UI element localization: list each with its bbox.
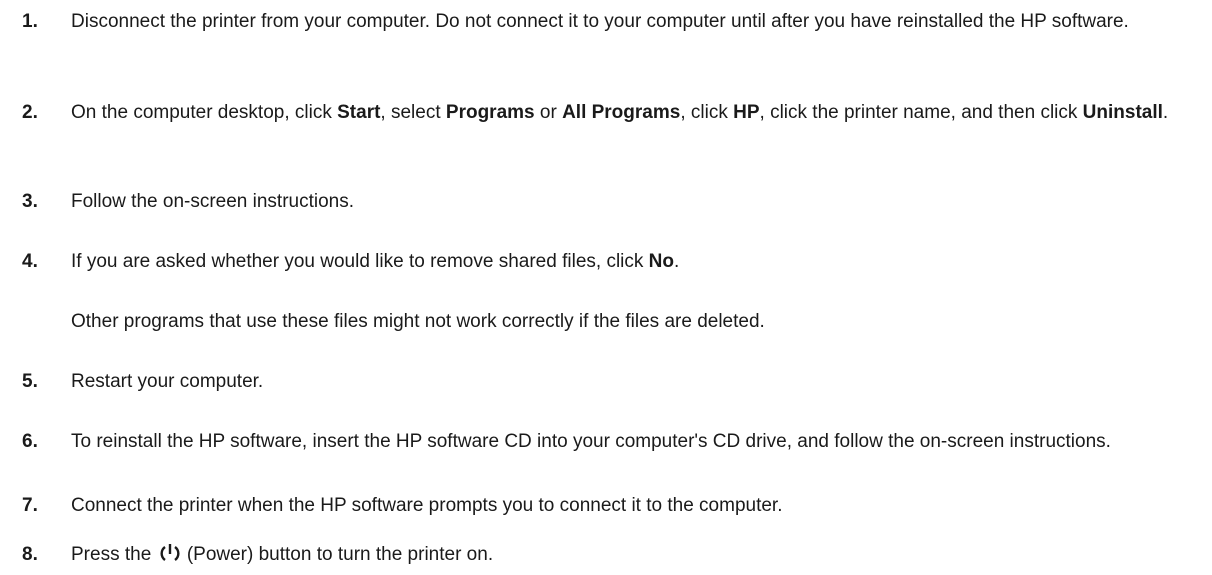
bold-term: Programs — [445, 102, 535, 123]
bold-term: No — [648, 251, 674, 272]
text-run: , click — [680, 102, 734, 123]
step-number: 8. — [22, 544, 38, 565]
step-text: Disconnect the printer from your compute… — [71, 8, 1196, 36]
step-text: Follow the on-screen instructions. — [71, 188, 1196, 216]
bold-term: All Programs — [562, 102, 681, 123]
step-text: If you are asked whether you would like … — [71, 248, 1196, 276]
text-run: Disconnect the printer from your compute… — [71, 11, 1129, 32]
step-number: 6. — [22, 431, 38, 452]
text-run: Follow the on-screen instructions. — [71, 191, 355, 212]
text-run: , select — [380, 102, 446, 123]
step-text: Press the (Power) button to turn the pri… — [71, 541, 1196, 569]
text-run: Press the — [71, 544, 157, 565]
bold-term: HP — [733, 102, 760, 123]
step-number: 3. — [22, 191, 38, 212]
text-run: . — [1162, 102, 1169, 123]
step-text: To reinstall the HP software, insert the… — [71, 428, 1196, 456]
step-number: 1. — [22, 11, 38, 32]
text-run: Connect the printer when the HP software… — [71, 495, 783, 516]
text-run: Restart your computer. — [71, 371, 264, 392]
step-number: 7. — [22, 495, 38, 516]
text-run: To reinstall the HP software, insert the… — [71, 431, 1111, 452]
step-4-note: Other programs that use these files migh… — [71, 311, 765, 332]
step-text: On the computer desktop, click Start, se… — [71, 99, 1196, 127]
text-run: (Power) button to turn the printer on. — [181, 544, 494, 565]
power-icon — [159, 543, 181, 563]
bold-term: Start — [337, 102, 381, 123]
text-run: If you are asked whether you would like … — [71, 251, 649, 272]
step-number: 5. — [22, 371, 38, 392]
step-number: 2. — [22, 102, 38, 123]
text-run: . — [674, 251, 680, 272]
step-text: Connect the printer when the HP software… — [71, 492, 1196, 520]
text-run: , click the printer name, and then click — [759, 102, 1083, 123]
text-run: On the computer desktop, click — [71, 102, 338, 123]
text-run: or — [534, 102, 563, 123]
step-text: Restart your computer. — [71, 368, 1196, 396]
bold-term: Uninstall — [1082, 102, 1163, 123]
step-number: 4. — [22, 251, 38, 272]
